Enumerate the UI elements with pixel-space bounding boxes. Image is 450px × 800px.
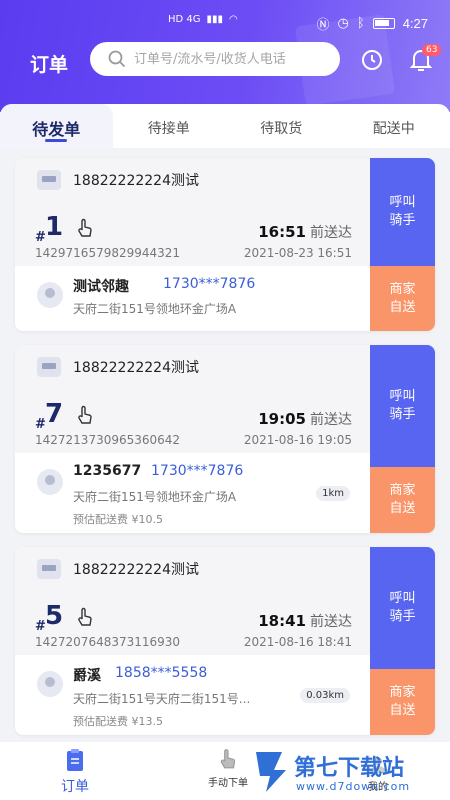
customer-name: 1235677 bbox=[73, 463, 142, 479]
eta-time: 18:41 bbox=[258, 612, 306, 630]
customer-name: 爵溪 bbox=[73, 668, 101, 684]
eta: 18:41 前送达 bbox=[258, 611, 352, 631]
serial-number: 1427213730965360642 bbox=[35, 433, 181, 447]
distance-badge: 1km bbox=[316, 486, 350, 501]
order-header: 18822222224测试 # 1 16:51 前送达 1429716579829… bbox=[15, 158, 370, 266]
customer-phone[interactable]: 1730***7876 bbox=[151, 463, 243, 479]
watermark-text: 第七下载站 bbox=[294, 756, 405, 781]
tab-pending-dispatch[interactable]: 待发单 bbox=[0, 104, 113, 148]
customer-avatar-icon bbox=[37, 469, 63, 495]
delivery-fee: 预估配送费 ¥13.5 bbox=[73, 715, 163, 728]
eta-label: 前送达 bbox=[310, 412, 352, 428]
action-column: 呼叫 骑手 商家 自送 bbox=[370, 158, 435, 331]
customer-address: 天府二街151号领地环金广场A bbox=[73, 490, 237, 504]
status-right: Ⓝ ◷ ᛒ 4:27 bbox=[317, 14, 428, 33]
customer-avatar-icon bbox=[37, 671, 63, 697]
bluetooth-icon: ᛒ bbox=[356, 16, 365, 31]
customer-address: 天府二街151号天府二街151号... bbox=[73, 692, 251, 706]
order-main: 18822222224测试 # 5 18:41 前送达 1427207648373… bbox=[15, 547, 370, 735]
order-number: 5 bbox=[45, 601, 64, 631]
order-card[interactable]: 18822222224测试 # 5 18:41 前送达 1427207648373… bbox=[15, 547, 435, 735]
status-time: 4:27 bbox=[402, 16, 428, 31]
order-main: 18822222224测试 # 7 19:05 前送达 1427213730965… bbox=[15, 345, 370, 533]
watermark-logo-icon bbox=[256, 752, 286, 792]
tab-delivering[interactable]: 配送中 bbox=[338, 104, 450, 148]
search-icon bbox=[108, 50, 126, 68]
order-card[interactable]: 18822222224测试 # 7 19:05 前送达 1427213730965… bbox=[15, 345, 435, 533]
status-bar: HD 4G ▮▮▮ ◠ Ⓝ ◷ ᛒ 4:27 bbox=[0, 0, 450, 40]
watermark-url: www.d7down.com bbox=[296, 780, 411, 793]
history-icon[interactable] bbox=[360, 48, 384, 72]
store-icon bbox=[37, 357, 61, 377]
network-label: HD 4G bbox=[168, 14, 201, 25]
signal-icon: ▮▮▮ bbox=[206, 14, 224, 25]
nav-orders[interactable]: 订单 bbox=[55, 748, 95, 796]
store-name: 18822222224测试 bbox=[73, 562, 199, 578]
call-rider-button[interactable]: 呼叫 骑手 bbox=[370, 547, 435, 669]
self-deliver-button[interactable]: 商家 自送 bbox=[370, 266, 435, 331]
status-network: HD 4G ▮▮▮ ◠ bbox=[168, 14, 238, 25]
tap-hand-icon bbox=[78, 218, 92, 237]
self-deliver-button[interactable]: 商家 自送 bbox=[370, 669, 435, 735]
order-tabs: 待发单 待接单 待取货 配送中 bbox=[0, 104, 450, 148]
nav-orders-label: 订单 bbox=[61, 779, 89, 795]
action-column: 呼叫 骑手 商家 自送 bbox=[370, 345, 435, 533]
order-date: 2021-08-16 19:05 bbox=[243, 433, 352, 447]
serial-number: 1429716579829944321 bbox=[35, 246, 181, 260]
eta: 19:05 前送达 bbox=[258, 409, 352, 429]
call-rider-button[interactable]: 呼叫 骑手 bbox=[370, 158, 435, 266]
order-main: 18822222224测试 # 1 16:51 前送达 1429716579829… bbox=[15, 158, 370, 331]
order-header: 18822222224测试 # 5 18:41 前送达 1427207648373… bbox=[15, 547, 370, 655]
customer-phone[interactable]: 1730***7876 bbox=[163, 276, 255, 292]
distance-badge: 0.03km bbox=[300, 688, 350, 703]
nav-manual-order[interactable]: 手动下单 bbox=[198, 748, 258, 789]
customer-name: 测试邻趣 bbox=[73, 279, 129, 295]
eta: 16:51 前送达 bbox=[258, 222, 352, 242]
wifi-icon: ◠ bbox=[229, 14, 238, 25]
search-box[interactable] bbox=[90, 42, 340, 76]
order-date: 2021-08-16 18:41 bbox=[243, 635, 352, 649]
tap-hand-icon bbox=[78, 607, 92, 626]
customer-phone[interactable]: 1858***5558 bbox=[115, 665, 207, 681]
battery-icon bbox=[372, 18, 395, 29]
nfc-icon: Ⓝ bbox=[316, 18, 330, 33]
search-input[interactable] bbox=[134, 51, 324, 67]
clipboard-icon bbox=[67, 749, 83, 771]
order-number: 1 bbox=[45, 212, 64, 242]
delivery-fee: 预估配送费 ¥10.5 bbox=[73, 513, 163, 526]
action-column: 呼叫 骑手 商家 自送 bbox=[370, 547, 435, 735]
eta-label: 前送达 bbox=[310, 225, 352, 241]
tab-pending-pickup[interactable]: 待取货 bbox=[225, 104, 338, 148]
order-header: 18822222224测试 # 7 19:05 前送达 1427213730965… bbox=[15, 345, 370, 453]
notification-badge: 63 bbox=[422, 44, 442, 56]
tab-pending-accept[interactable]: 待接单 bbox=[113, 104, 226, 148]
eta-time: 19:05 bbox=[258, 410, 306, 428]
self-deliver-button[interactable]: 商家 自送 bbox=[370, 467, 435, 533]
order-number: 7 bbox=[45, 399, 64, 429]
store-icon bbox=[37, 559, 61, 579]
store-name: 18822222224测试 bbox=[73, 360, 199, 376]
customer-avatar-icon bbox=[37, 282, 63, 308]
page-title: 订单 bbox=[30, 54, 69, 76]
eta-label: 前送达 bbox=[310, 614, 352, 630]
order-card[interactable]: 18822222224测试 # 1 16:51 前送达 1429716579829… bbox=[15, 158, 435, 331]
nav-manual-order-label: 手动下单 bbox=[208, 778, 248, 789]
store-icon bbox=[37, 170, 61, 190]
order-date: 2021-08-23 16:51 bbox=[243, 246, 352, 260]
serial-number: 1427207648373116930 bbox=[35, 635, 181, 649]
tap-hand-icon bbox=[78, 405, 92, 424]
eta-time: 16:51 bbox=[258, 223, 306, 241]
customer-address: 天府二街151号领地环金广场A bbox=[73, 302, 237, 316]
alarm-icon: ◷ bbox=[337, 16, 349, 31]
call-rider-button[interactable]: 呼叫 骑手 bbox=[370, 345, 435, 467]
store-name: 18822222224测试 bbox=[73, 173, 199, 189]
tap-hand-icon bbox=[220, 749, 236, 769]
